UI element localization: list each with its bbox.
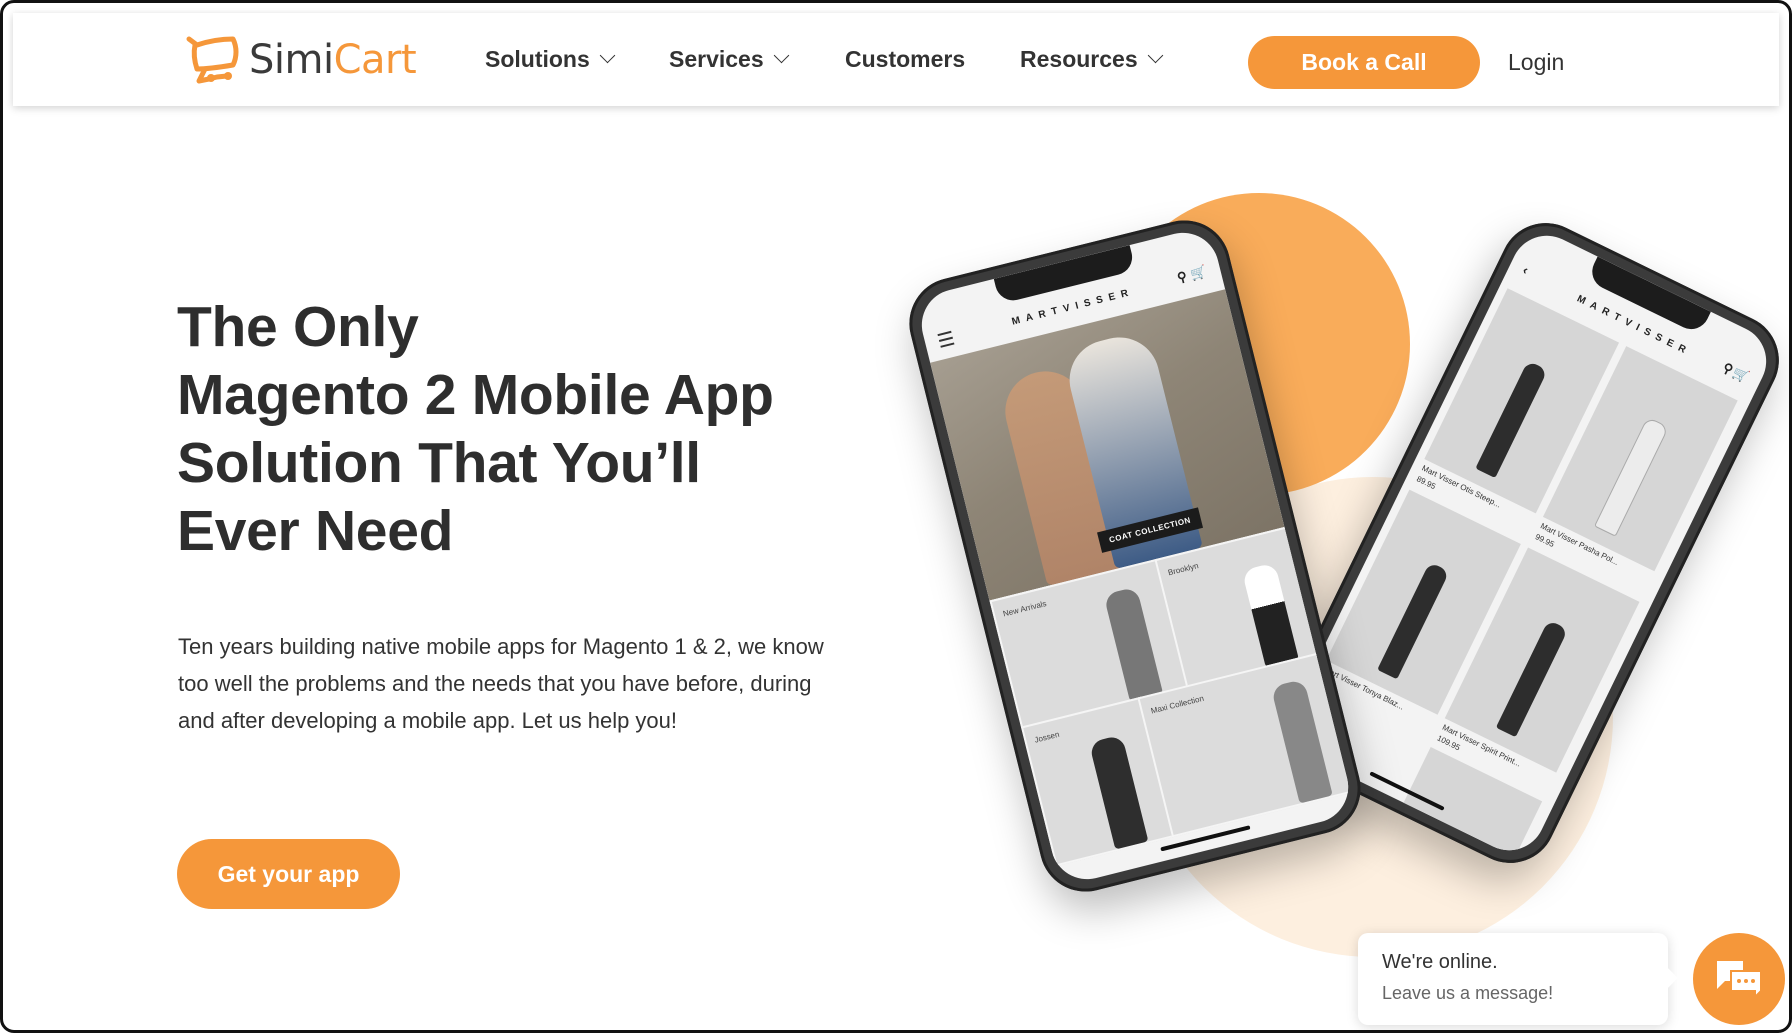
product-model-image [1495,619,1568,738]
back-arrow-icon: ‹ [1520,262,1531,278]
chat-greeting-bubble[interactable]: We're online. Leave us a message! [1358,933,1668,1025]
model-image [1270,678,1333,804]
logo[interactable]: SimiCart [183,31,417,89]
chat-subtitle: Leave us a message! [1382,983,1554,1003]
chevron-down-icon [773,47,789,64]
login-link[interactable]: Login [1508,13,1564,111]
hamburger-menu-icon [937,330,955,348]
search-icon: ⚲ [1175,268,1189,286]
cart-logo-icon [186,36,239,84]
chat-bubbles-icon [1717,961,1762,999]
get-your-app-button[interactable]: Get your app [177,839,400,909]
product-model-image [1376,561,1450,680]
open-chat-button[interactable] [1693,933,1785,1025]
hero-description: Ten years building native mobile apps fo… [178,634,824,733]
site-header: SimiCart Solutions Services Customers Re… [13,13,1779,106]
chat-title: We're online. [1382,951,1498,973]
model-image [1241,562,1299,668]
logo-text: SimiCart [249,37,417,83]
model-image [1088,734,1149,850]
nav-services[interactable]: Services [669,13,789,106]
nav-solutions[interactable]: Solutions [485,13,616,106]
product-model-image [1475,360,1548,478]
model-image [1103,586,1164,702]
book-a-call-button[interactable]: Book a Call [1248,36,1480,89]
cart-icon: 🛒 [1188,263,1208,283]
nav-resources[interactable]: Resources [1020,13,1163,106]
chevron-down-icon [1147,47,1163,64]
browser-frame: SimiCart Solutions Services Customers Re… [0,0,1792,1033]
nav-customers[interactable]: Customers [845,13,965,106]
chevron-down-icon [599,47,616,64]
hero-headline: The Only Magento 2 Mobile App Solution T… [177,295,774,563]
product-model-image [1593,416,1669,537]
